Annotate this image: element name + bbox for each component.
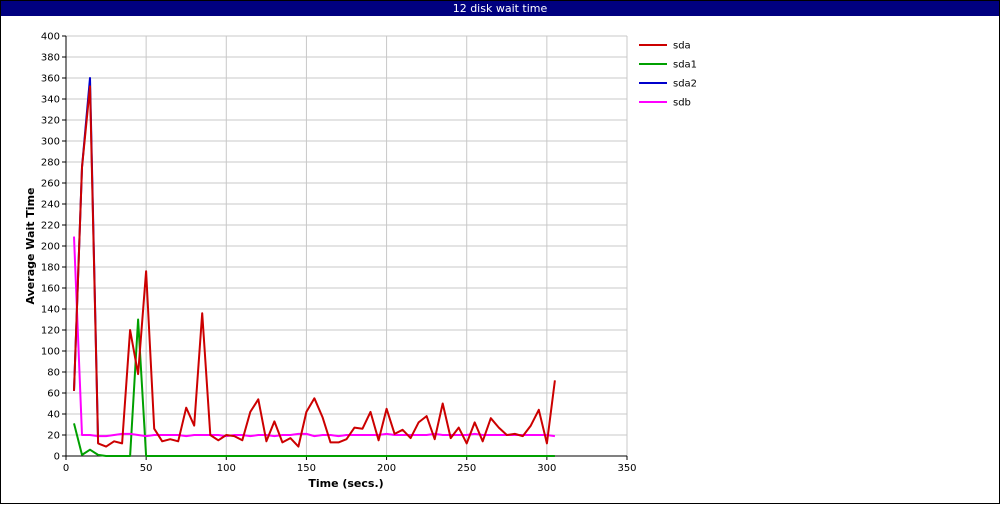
y-tick-label: 400	[41, 32, 60, 43]
y-tick-label: 140	[41, 305, 60, 316]
y-tick-label: 80	[47, 368, 60, 379]
x-tick-label: 350	[617, 463, 636, 474]
y-tick-label: 100	[41, 347, 60, 358]
y-tick-label: 120	[41, 326, 60, 337]
y-tick-label: 0	[54, 452, 60, 463]
x-tick-label: 0	[63, 463, 69, 474]
y-tick-label: 340	[41, 95, 60, 106]
chart-svg: 0 50 100 150 200 250 300 350 0 20 40 60 80 100 120 140 1…	[24, 32, 697, 491]
x-tick-label: 50	[140, 463, 153, 474]
y-tick-label: 60	[47, 389, 60, 400]
y-tick-label: 300	[41, 137, 60, 148]
x-tick-label: 150	[297, 463, 316, 474]
y-tick-label: 20	[47, 431, 60, 442]
x-tick-label: 100	[217, 463, 236, 474]
chart-window: 12 disk wait time 0 50 100 150 200 250 300 350 0…	[0, 0, 1000, 504]
legend-label-sda1: sda1	[673, 60, 697, 71]
y-tick-label: 40	[47, 410, 60, 421]
y-tick-label: 320	[41, 116, 60, 127]
y-tick-label: 360	[41, 74, 60, 85]
x-axis-title: Time (secs.)	[308, 477, 383, 490]
y-tick-label: 280	[41, 158, 60, 169]
y-tick-label: 220	[41, 221, 60, 232]
x-tick-label: 200	[377, 463, 396, 474]
grid-lines	[66, 35, 628, 456]
x-tick-label: 250	[457, 463, 476, 474]
y-tick-label: 240	[41, 200, 60, 211]
y-tick-label: 180	[41, 263, 60, 274]
y-tick-label: 200	[41, 242, 60, 253]
legend-label-sda2: sda2	[673, 79, 697, 90]
y-tick-label: 260	[41, 179, 60, 190]
y-tick-label: 160	[41, 284, 60, 295]
legend: sda sda1 sda2 sdb	[639, 41, 697, 109]
legend-label-sda: sda	[673, 41, 691, 52]
x-tick-label: 300	[537, 463, 556, 474]
y-tick-label: 380	[41, 53, 60, 64]
legend-label-sdb: sdb	[673, 98, 691, 109]
y-axis-title: Average Wait Time	[24, 188, 37, 305]
